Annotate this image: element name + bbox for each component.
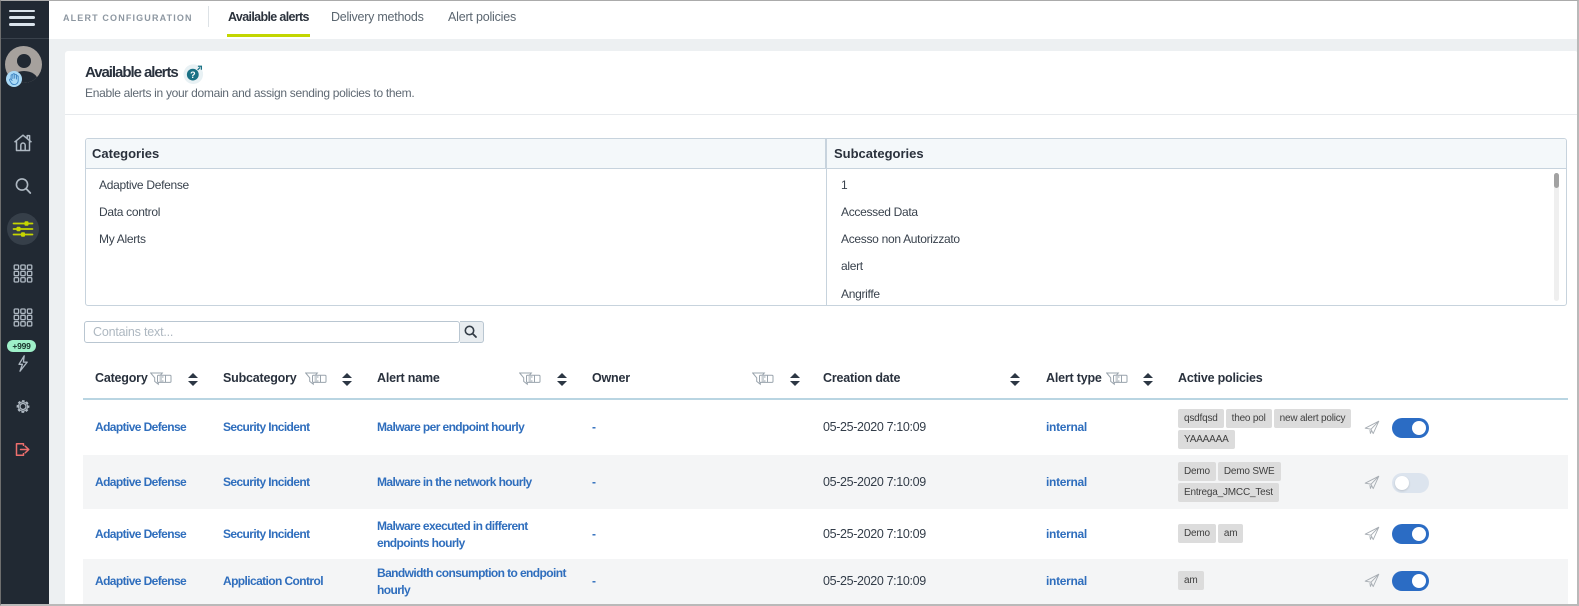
svg-text:?: ? <box>190 70 196 80</box>
